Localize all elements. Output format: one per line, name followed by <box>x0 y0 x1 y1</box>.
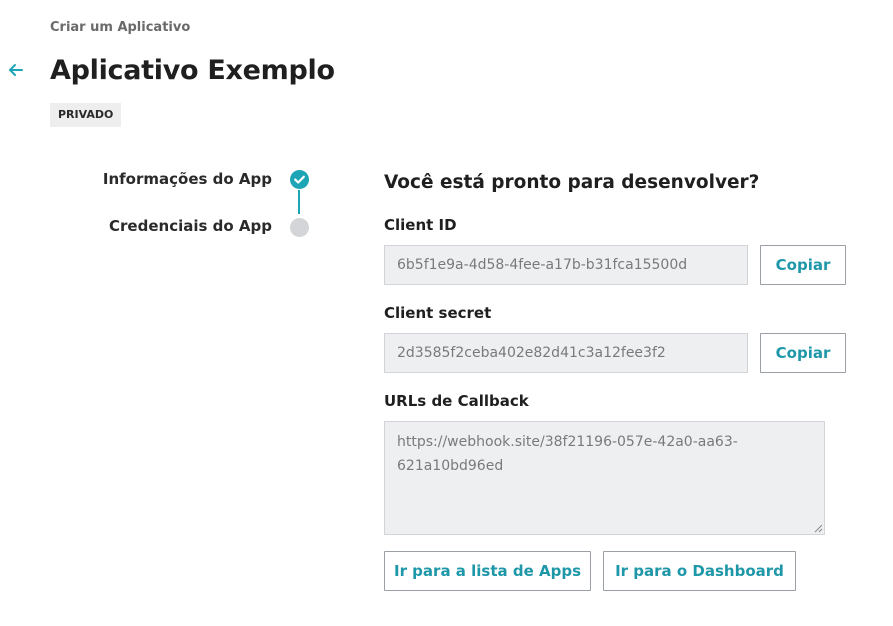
section-heading: Você está pronto para desenvolver? <box>384 172 760 193</box>
step-label-app-info: Informações do App <box>102 170 272 188</box>
check-icon <box>290 170 309 189</box>
resize-grip-icon[interactable] <box>813 523 823 533</box>
page-title: Aplicativo Exemplo <box>50 55 335 86</box>
copy-client-secret-button[interactable]: Copiar <box>760 333 846 373</box>
client-secret-field[interactable]: 2d3585f2ceba402e82d41c3a12fee3f2 <box>384 333 748 373</box>
copy-client-id-button[interactable]: Copiar <box>760 245 846 285</box>
step-connector <box>298 190 300 214</box>
step-label-app-credentials: Credenciais do App <box>109 217 272 235</box>
client-id-field[interactable]: 6b5f1e9a-4d58-4fee-a17b-b31fca15500d <box>384 245 748 285</box>
back-arrow-icon[interactable] <box>6 60 26 80</box>
callback-urls-label: URLs de Callback <box>384 392 529 410</box>
privacy-badge: PRIVADO <box>50 103 122 127</box>
client-secret-label: Client secret <box>384 304 492 322</box>
client-id-label: Client ID <box>384 216 457 234</box>
go-to-dashboard-button[interactable]: Ir para o Dashboard <box>603 551 796 591</box>
callback-urls-textarea[interactable]: https://webhook.site/38f21196-057e-42a0-… <box>384 421 825 535</box>
pending-step-dot <box>290 218 309 237</box>
breadcrumb[interactable]: Criar um Aplicativo <box>50 20 190 35</box>
go-to-apps-list-button[interactable]: Ir para a lista de Apps <box>384 551 591 591</box>
